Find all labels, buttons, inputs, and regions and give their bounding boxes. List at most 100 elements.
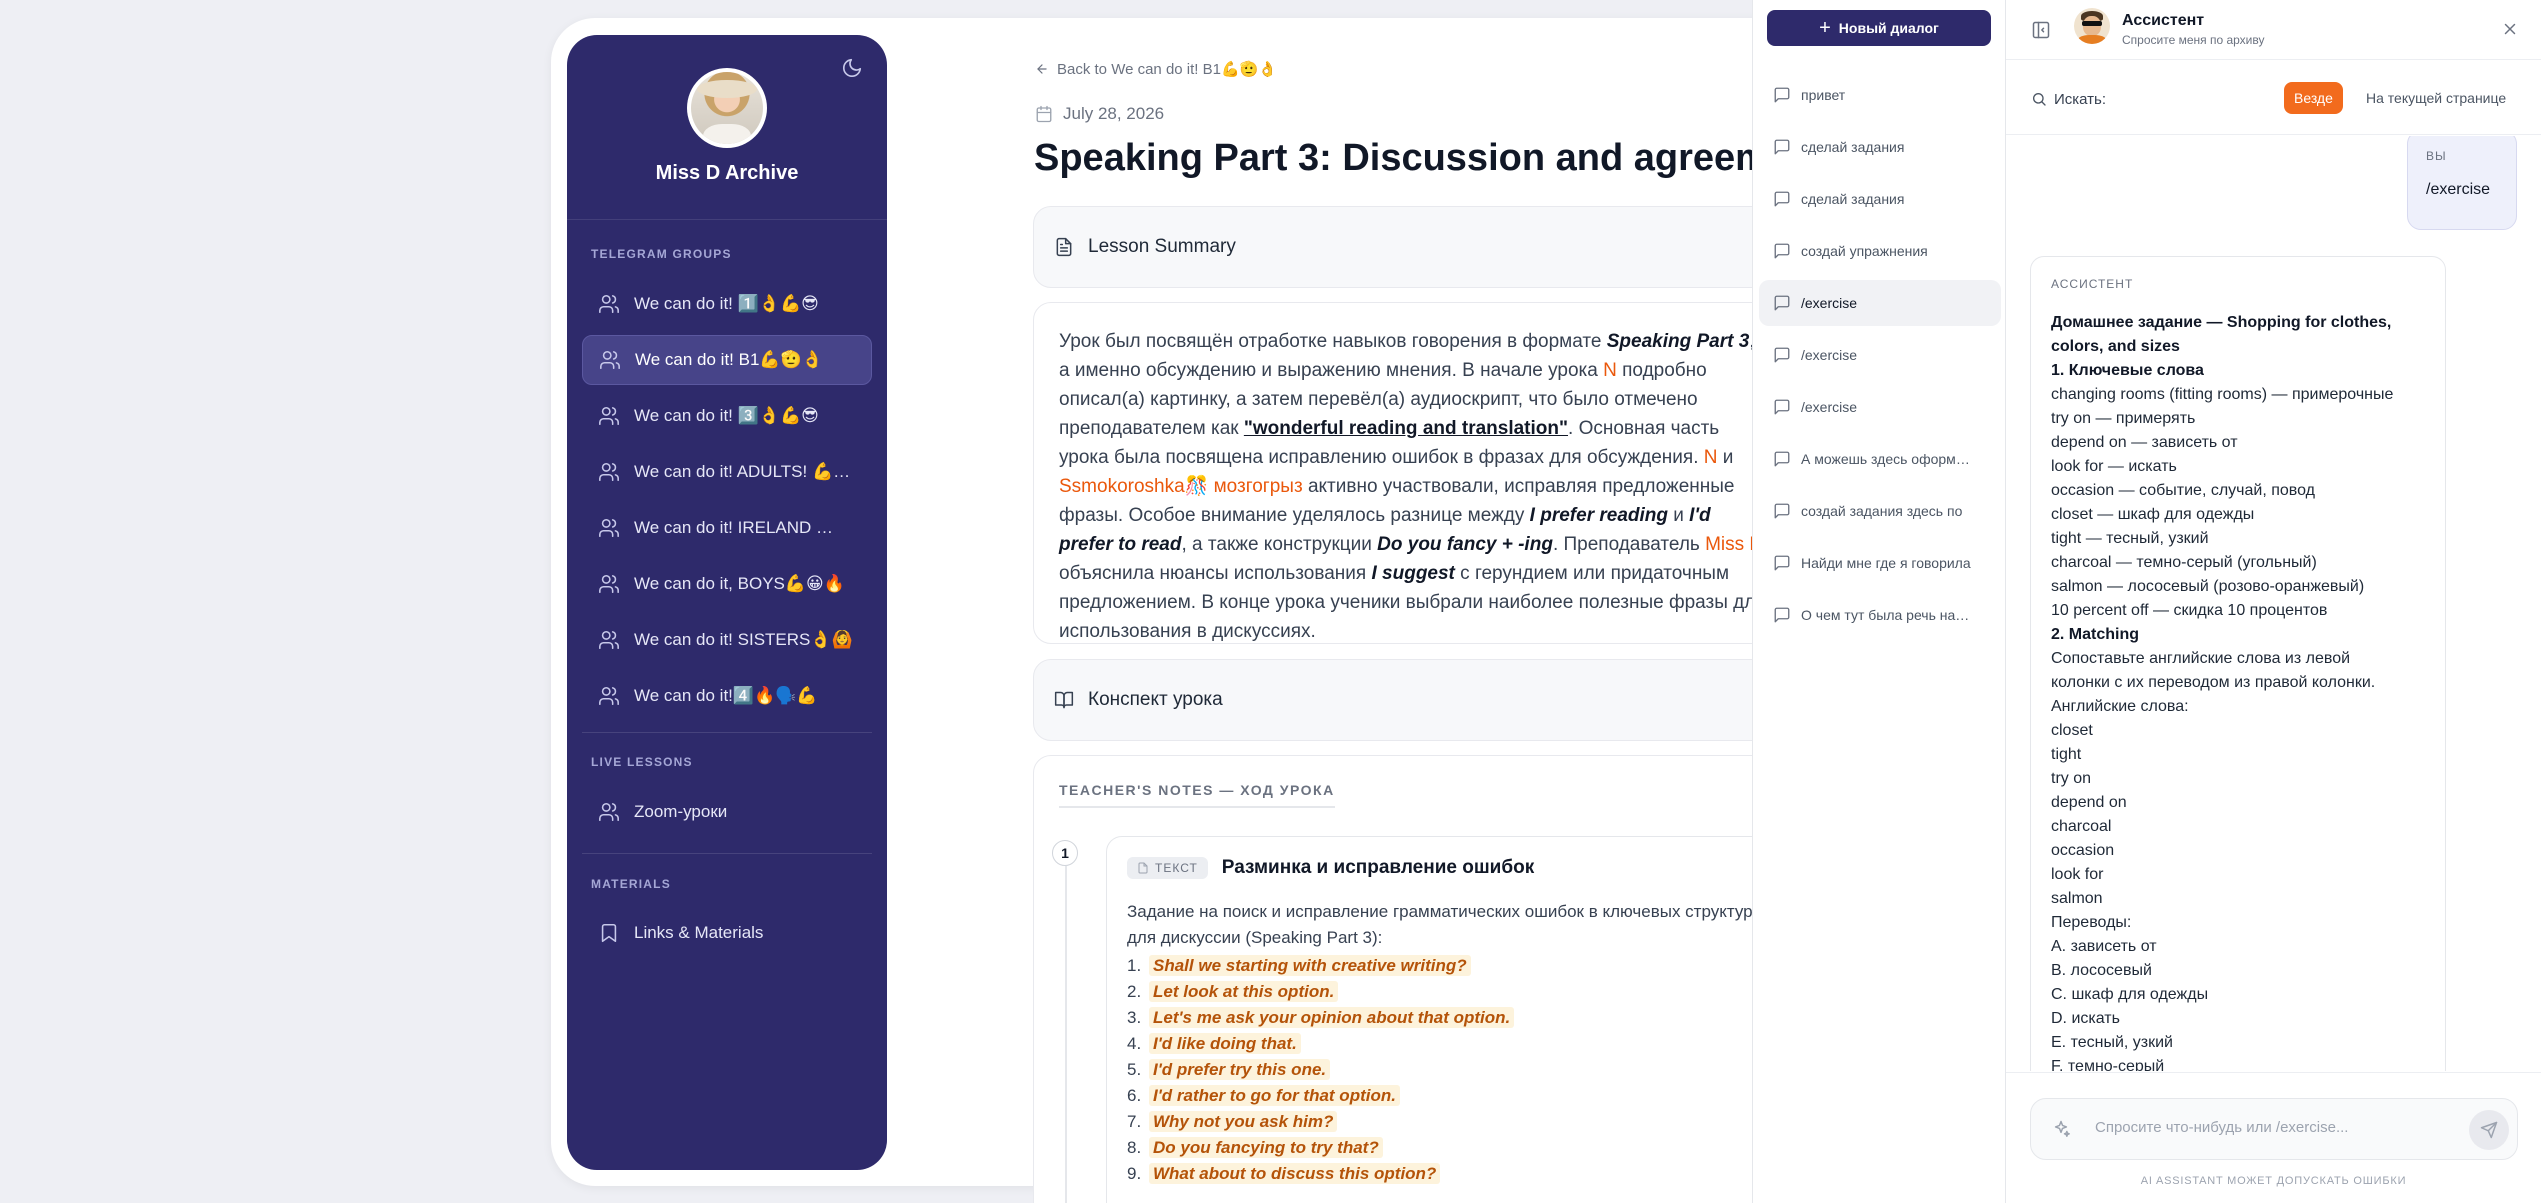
sidebar-item-group[interactable]: We can do it! 3️⃣👌💪😎	[582, 391, 872, 441]
chat-input[interactable]: Спросите что-нибудь или /exercise...	[2030, 1098, 2518, 1160]
list-item: 9. What about to discuss this option?	[1127, 1161, 1785, 1187]
sidebar-item-label: We can do it! IRELAND 📝📝📝	[634, 518, 854, 537]
dialog-item[interactable]: О чем тут была речь на уроке	[1759, 592, 2001, 638]
calendar-icon	[1036, 105, 1052, 123]
item-number: 9.	[1127, 1164, 1142, 1183]
send-button[interactable]	[2469, 1110, 2509, 1150]
dialog-item[interactable]: создай задания здесь по	[1759, 488, 2001, 534]
users-icon	[599, 294, 619, 314]
item-number: 2.	[1127, 982, 1142, 1001]
message-line: try on	[2051, 770, 2092, 787]
message-line: closet	[2051, 722, 2093, 739]
close-icon[interactable]	[2501, 20, 2519, 38]
chat-icon	[1774, 607, 1790, 623]
new-dialog-button[interactable]: + Новый диалог	[1767, 10, 1991, 46]
list-item: 8. Do you fancying to try that?	[1127, 1135, 1785, 1161]
sidebar-item-links[interactable]: Links & Materials	[582, 908, 872, 958]
phrase: I'd like doing that.	[1149, 1033, 1301, 1054]
search-label: Искать:	[2054, 91, 2107, 108]
dialog-item[interactable]: сделай задания	[1759, 176, 2001, 222]
sidebar-item-group[interactable]: We can do it! IRELAND 📝📝📝	[582, 503, 872, 553]
message-line: look for	[2051, 866, 2104, 883]
scope-current-page-button[interactable]: На текущей странице	[2360, 82, 2512, 114]
sidebar-title: Miss D Archive	[655, 162, 799, 184]
chat-icon	[1774, 87, 1790, 103]
file-icon	[1138, 862, 1148, 874]
sidebar-item-group[interactable]: We can do it!4️⃣🔥🗣️💪	[582, 671, 872, 721]
users-icon	[599, 802, 619, 822]
document-icon	[1056, 237, 1072, 257]
dialog-item[interactable]: /exercise	[1759, 280, 2001, 326]
chat-area[interactable]: ВЫ /exercise АССИСТЕНТ Домашнее задание …	[2006, 136, 2541, 1071]
student-name: N	[1703, 447, 1718, 468]
panel-toggle-icon[interactable]	[2031, 20, 2051, 40]
scope-everywhere-button[interactable]: Везде	[2284, 82, 2343, 114]
chat-icon	[1774, 347, 1790, 363]
message-line: колонки с их переводом из правой колонки…	[2051, 674, 2376, 691]
dialog-item[interactable]: создай упражнения	[1759, 228, 2001, 274]
sidebar-item-label: We can do it! 3️⃣👌💪😎	[634, 406, 819, 425]
summary-text: объяснила нюансы использования	[1059, 563, 1372, 584]
chat-icon	[1774, 243, 1790, 259]
sidebar-item-group[interactable]: We can do it! SISTERS👌🙆	[582, 615, 872, 665]
phrase: Why not you ask him?	[1149, 1111, 1338, 1132]
avatar	[687, 68, 767, 148]
sidebar-item-label: Links & Materials	[634, 923, 764, 942]
sidebar-item-label: We can do it!4️⃣🔥🗣️💪	[634, 686, 818, 705]
step-card: ТЕКСТ Разминка и исправление ошибок Зада…	[1106, 836, 1806, 1203]
sidebar-item-label: We can do it! SISTERS👌🙆	[634, 630, 853, 649]
message-line: 10 percent off — скидка 10 процентов	[2051, 602, 2328, 619]
users-icon	[599, 686, 619, 706]
chat-icon	[1774, 555, 1790, 571]
message-author: ВЫ	[2426, 149, 2447, 163]
summary-text: Урок был посвящён отработке навыков гово…	[1059, 331, 1607, 352]
list-item: 3. Let's me ask your opinion about that o…	[1127, 1005, 1785, 1031]
user-message: ВЫ /exercise	[2407, 136, 2517, 230]
item-number: 3.	[1127, 1008, 1142, 1027]
summary-emphasis: Speaking Part 3	[1606, 331, 1750, 352]
dialog-item[interactable]: привет	[1759, 72, 2001, 118]
assistant-message: АССИСТЕНТ Домашнее задание — Shopping fo…	[2030, 256, 2446, 1071]
summary-emphasis: I prefer reading	[1529, 505, 1668, 526]
users-icon	[600, 350, 620, 370]
step-tag: ТЕКСТ	[1127, 857, 1208, 879]
lesson-summary: Урок был посвящён отработке навыков гово…	[1033, 302, 1793, 644]
sidebar-item-group[interactable]: We can do it, BOYS💪😀🔥	[582, 559, 872, 609]
message-line: tight — тесный, узкий	[2051, 530, 2209, 547]
timeline-line	[1065, 866, 1067, 1203]
send-icon	[2480, 1121, 2498, 1139]
dialog-item-label: сделай задания	[1801, 139, 1905, 155]
divider	[582, 732, 872, 733]
dialog-item[interactable]: /exercise	[1759, 332, 2001, 378]
sidebar-item-group[interactable]: We can do it! B1💪🫡👌	[582, 335, 872, 385]
lesson-summary-header[interactable]: Lesson Summary	[1033, 206, 1793, 288]
sidebar-item-group[interactable]: We can do it! ADULTS! 💪💪💪	[582, 447, 872, 497]
item-number: 6.	[1127, 1086, 1142, 1105]
arrow-left-icon	[1037, 64, 1047, 74]
summary-text: и	[1717, 447, 1734, 468]
section-materials: MATERIALS	[591, 877, 671, 891]
item-number: 1.	[1127, 956, 1142, 975]
back-link[interactable]: Back to We can do it! B1💪🫡👌	[1035, 60, 1277, 78]
moon-icon[interactable]	[841, 57, 863, 79]
sidebar-item-zoom[interactable]: Zoom-уроки	[582, 787, 872, 837]
divider	[582, 853, 872, 854]
dialogs-panel: + Новый диалог привет сделай задания сдела…	[1752, 0, 2006, 1203]
sidebar-item-label: We can do it! 1️⃣👌💪😎	[634, 294, 819, 313]
bookmark-icon	[601, 923, 617, 943]
teacher-notes: TEACHER'S NOTES — ХОД УРОКА 1 ТЕКСТ Разм…	[1033, 755, 1806, 1203]
list-item: 4. I'd like doing that.	[1127, 1031, 1785, 1057]
dialog-item[interactable]: сделай задания	[1759, 124, 2001, 170]
sidebar-item-group[interactable]: We can do it! 1️⃣👌💪😎	[582, 279, 872, 329]
section-title: Lesson Summary	[1088, 236, 1236, 257]
summary-emphasis: I suggest	[1371, 563, 1455, 584]
item-number: 5.	[1127, 1060, 1142, 1079]
book-open-icon	[1054, 691, 1074, 709]
dialog-item[interactable]: Найди мне где я говорила	[1759, 540, 2001, 586]
dialog-item[interactable]: А можешь здесь оформить	[1759, 436, 2001, 482]
lesson-notes-header[interactable]: Конспект урока	[1033, 659, 1793, 741]
message-line: 2. Matching	[2051, 626, 2140, 643]
dialog-item[interactable]: /exercise	[1759, 384, 2001, 430]
date-text: July 28, 2026	[1063, 104, 1165, 123]
student-name: N	[1603, 360, 1617, 381]
